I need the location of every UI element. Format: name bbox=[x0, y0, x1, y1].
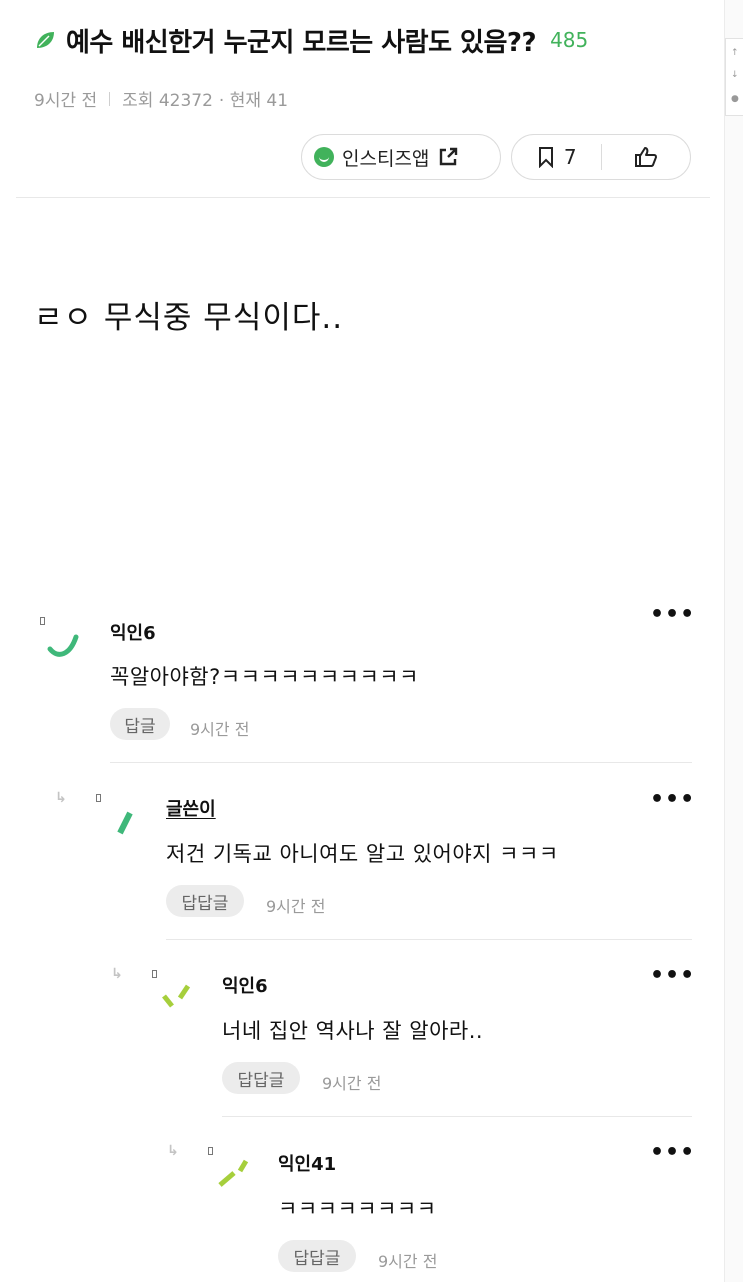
comment-author[interactable]: 익인6 bbox=[110, 619, 156, 645]
more-dots-icon[interactable]: ••• bbox=[650, 1142, 695, 1164]
reply-arrow-icon: ↳ bbox=[167, 1143, 179, 1159]
comment-divider bbox=[110, 762, 692, 763]
avatar bbox=[218, 1159, 249, 1187]
post-time: 9시간 전 bbox=[34, 91, 98, 111]
comment-divider bbox=[166, 939, 692, 940]
more-dots-icon[interactable]: ••• bbox=[650, 789, 695, 811]
leaf-icon bbox=[37, 32, 54, 48]
avatar bbox=[162, 984, 191, 1008]
scroll-down-icon[interactable]: ↓ bbox=[731, 71, 739, 80]
comment-author[interactable]: 익인6 bbox=[222, 972, 268, 998]
open-app-button[interactable]: 인스티즈앱 bbox=[301, 134, 501, 180]
avatar bbox=[47, 634, 79, 657]
side-rail-controls[interactable]: ↑ ↓ ● bbox=[725, 38, 743, 116]
comment-author[interactable]: 익인41 bbox=[278, 1150, 336, 1176]
open-app-label: 인스티즈앱 bbox=[342, 147, 430, 170]
comment-text: ㅋㅋㅋㅋㅋㅋㅋㅋ bbox=[278, 1197, 437, 1221]
more-dots-icon[interactable]: ••• bbox=[650, 604, 695, 626]
comment-time: 9시간 전 bbox=[378, 1252, 438, 1271]
post-title: 예수 배신한거 누군지 모르는 사람도 있음?? bbox=[66, 27, 537, 58]
bookmark-count: 7 bbox=[563, 145, 577, 169]
post-current: · 현재 41 bbox=[218, 91, 289, 111]
post-header: 예수 배신한거 누군지 모르는 사람도 있음?? 485 bbox=[34, 22, 714, 58]
reply-button[interactable]: 답답글 bbox=[278, 1240, 356, 1272]
reply-arrow-icon: ↳ bbox=[55, 790, 67, 806]
comment-marker bbox=[40, 617, 45, 625]
post-views: 조회 42372 bbox=[122, 91, 213, 111]
comment-marker bbox=[152, 970, 157, 978]
comment-author[interactable]: 글쓴이 bbox=[166, 795, 216, 821]
external-link-icon bbox=[440, 147, 458, 166]
comment-text: 꼭알아야함?ㅋㅋㅋㅋㅋㅋㅋㅋㅋㅋ bbox=[110, 665, 419, 689]
meta-divider bbox=[109, 91, 111, 106]
comment-divider bbox=[222, 1116, 692, 1117]
comment-icon[interactable]: ● bbox=[731, 95, 739, 104]
avatar bbox=[117, 811, 133, 835]
side-scroll-rail[interactable]: ↑ ↓ ● bbox=[724, 0, 743, 1282]
reply-arrow-icon: ↳ bbox=[111, 966, 123, 982]
bookmark-icon bbox=[538, 147, 553, 168]
thumbs-up-icon bbox=[634, 147, 657, 167]
post-body: ㄹㅇ 무식중 무식이다.. bbox=[34, 300, 344, 336]
like-button[interactable] bbox=[602, 135, 691, 179]
reply-button[interactable]: 답글 bbox=[110, 708, 170, 740]
comment-text: 저건 기독교 아니여도 알고 있어야지 ㅋㅋㅋ bbox=[166, 842, 559, 866]
comment-text: 너네 집안 역사나 잘 알아라.. bbox=[222, 1019, 484, 1043]
reply-button[interactable]: 답답글 bbox=[222, 1062, 300, 1094]
more-dots-icon[interactable]: ••• bbox=[650, 965, 695, 987]
comment-time: 9시간 전 bbox=[322, 1074, 382, 1093]
scroll-up-icon[interactable]: ↑ bbox=[731, 49, 739, 58]
reply-button[interactable]: 답답글 bbox=[166, 885, 244, 917]
comment-time: 9시간 전 bbox=[266, 897, 326, 916]
reaction-buttons: 7 bbox=[511, 134, 691, 180]
comment-marker bbox=[208, 1147, 213, 1155]
comment-time: 9시간 전 bbox=[190, 720, 250, 739]
post-count: 485 bbox=[550, 28, 589, 52]
post-meta: 9시간 전 조회 42372 · 현재 41 bbox=[34, 86, 288, 111]
smile-icon bbox=[314, 147, 334, 167]
comment-marker bbox=[96, 794, 101, 802]
bookmark-button[interactable]: 7 bbox=[512, 135, 601, 179]
header-divider bbox=[16, 197, 710, 198]
